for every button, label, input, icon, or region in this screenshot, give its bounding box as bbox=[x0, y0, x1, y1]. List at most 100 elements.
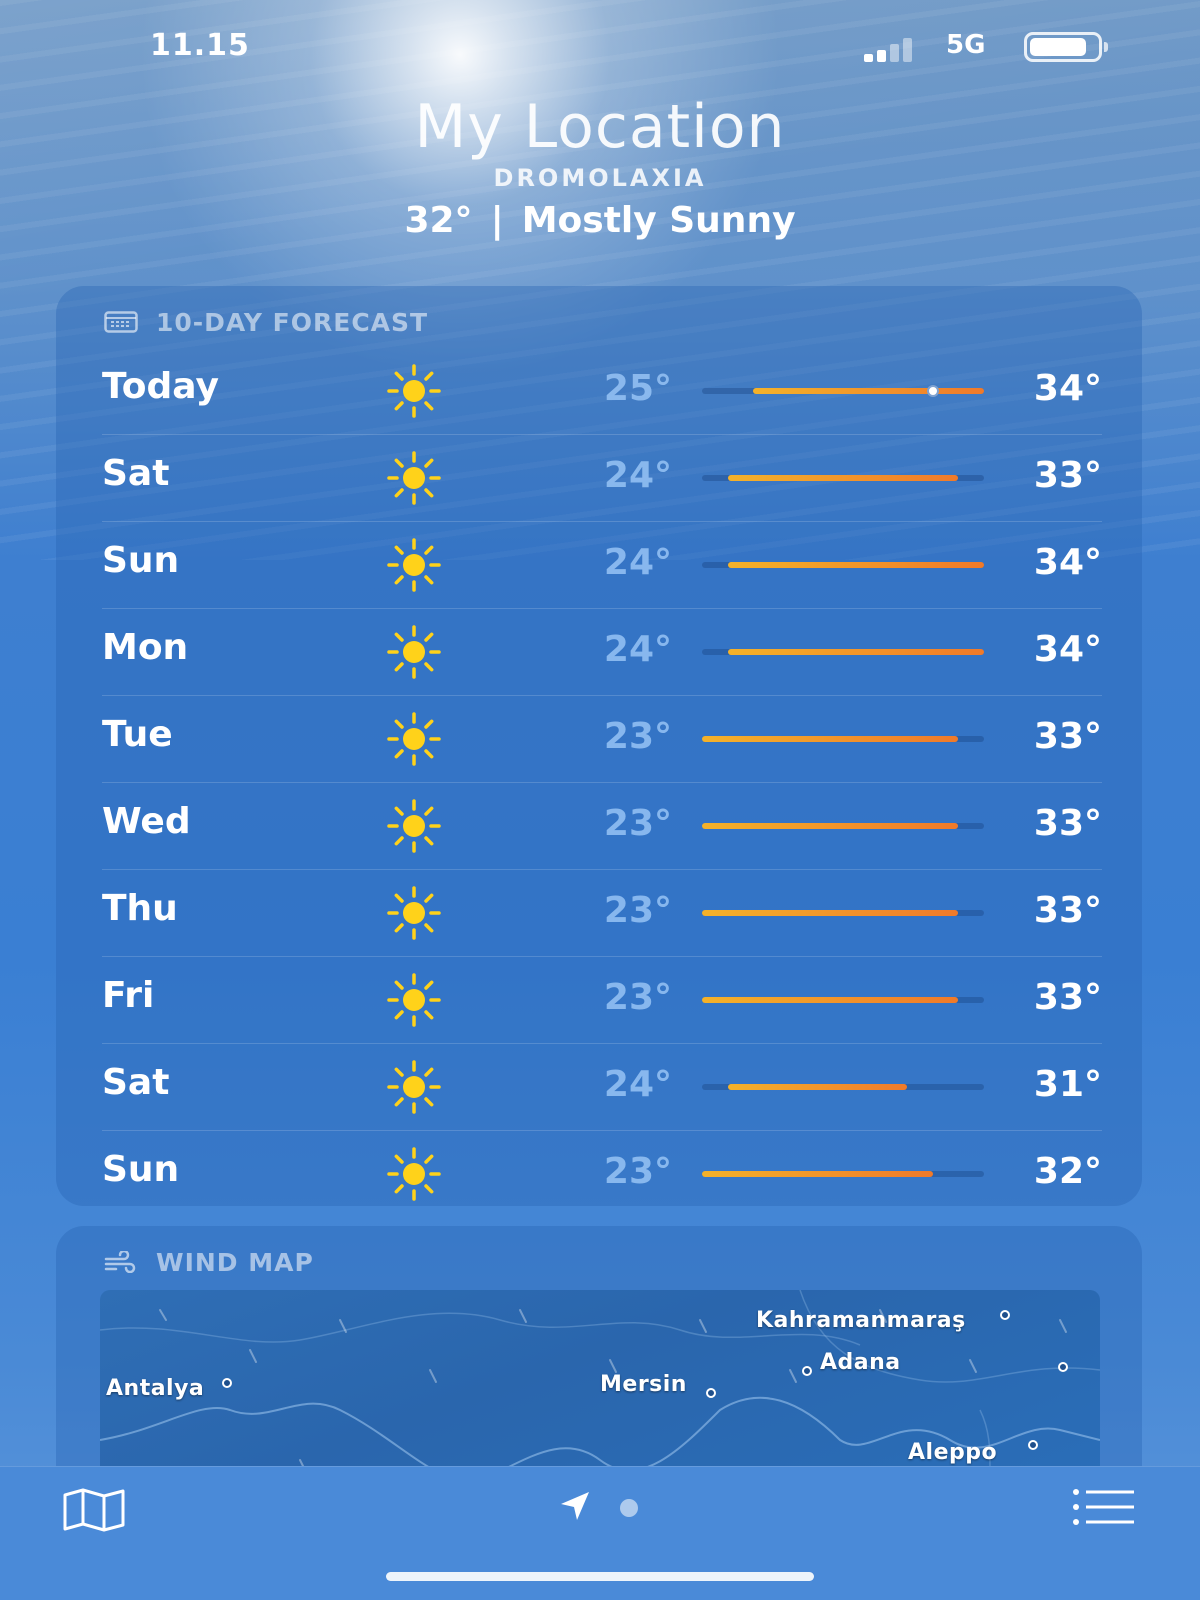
forecast-low: 24° bbox=[603, 455, 672, 496]
temp-range-track bbox=[702, 475, 984, 481]
forecast-low: 23° bbox=[603, 803, 672, 844]
forecast-day: Sat bbox=[102, 453, 170, 494]
list-icon[interactable] bbox=[1072, 1487, 1136, 1527]
sun-icon bbox=[387, 364, 441, 418]
temp-range-track bbox=[702, 910, 984, 916]
network-type: 5G bbox=[946, 30, 986, 60]
current-conditions: 32° | Mostly Sunny bbox=[0, 200, 1200, 241]
temp-range-track bbox=[702, 562, 984, 568]
wind-icon bbox=[104, 1251, 136, 1273]
battery-fill bbox=[1030, 38, 1086, 56]
forecast-day: Tue bbox=[102, 714, 173, 755]
forecast-row[interactable]: Fri 23° 33° bbox=[102, 957, 1102, 1044]
city-dot-adana bbox=[802, 1366, 812, 1376]
city-dot-kahramanmaras bbox=[1000, 1310, 1010, 1320]
city-antalya: Antalya bbox=[106, 1376, 205, 1401]
location-subtitle: DROMOLAXIA bbox=[493, 164, 707, 192]
forecast-low: 23° bbox=[603, 890, 672, 931]
forecast-day: Today bbox=[102, 366, 219, 407]
temp-range-track bbox=[702, 997, 984, 1003]
temp-range-bar bbox=[702, 736, 959, 742]
forecast-list: Today 25° 34° Sat 24° 33° Sun 24° 34° Mon 24° 34° Tu… bbox=[102, 348, 1102, 1218]
battery-nub bbox=[1104, 42, 1108, 52]
sun-icon bbox=[387, 538, 441, 592]
location-title: My Location bbox=[414, 92, 786, 162]
forecast-row[interactable]: Wed 23° 33° bbox=[102, 783, 1102, 870]
temp-range-bar bbox=[753, 388, 984, 394]
forecast-low: 24° bbox=[603, 1064, 672, 1105]
forecast-card[interactable]: 10-DAY FORECAST Today 25° 34° Sat 24° 33° Sun 2… bbox=[56, 286, 1142, 1206]
forecast-high: 33° bbox=[1033, 803, 1102, 844]
forecast-row[interactable]: Mon 24° 34° bbox=[102, 609, 1102, 696]
current-temp: 32° bbox=[404, 200, 473, 241]
forecast-low: 23° bbox=[603, 1151, 672, 1192]
temp-range-bar bbox=[727, 1084, 908, 1090]
temp-range-bar bbox=[702, 910, 959, 916]
temp-range-bar bbox=[727, 475, 959, 481]
temp-range-track bbox=[702, 1084, 984, 1090]
forecast-day: Sun bbox=[102, 540, 180, 581]
city-dot-mersin bbox=[706, 1388, 716, 1398]
map-icon[interactable] bbox=[62, 1487, 126, 1533]
battery-icon bbox=[1024, 32, 1102, 62]
status-time: 11.15 bbox=[150, 28, 250, 63]
temp-range-bar bbox=[702, 997, 959, 1003]
forecast-high: 34° bbox=[1033, 368, 1102, 409]
forecast-day: Sun bbox=[102, 1149, 180, 1190]
city-kahramanmaras: Kahramanmaraş bbox=[756, 1308, 966, 1333]
forecast-high: 34° bbox=[1033, 542, 1102, 583]
location-arrow-icon[interactable] bbox=[558, 1489, 592, 1523]
forecast-low: 24° bbox=[603, 629, 672, 670]
forecast-row[interactable]: Sat 24° 31° bbox=[102, 1044, 1102, 1131]
forecast-high: 32° bbox=[1033, 1151, 1102, 1192]
sun-icon bbox=[387, 1147, 441, 1201]
sun-icon bbox=[387, 451, 441, 505]
city-dot-antalya bbox=[222, 1378, 232, 1388]
forecast-row[interactable]: Sat 24° 33° bbox=[102, 435, 1102, 522]
sun-icon bbox=[387, 712, 441, 766]
forecast-high: 33° bbox=[1033, 455, 1102, 496]
forecast-high: 31° bbox=[1033, 1064, 1102, 1105]
sun-icon bbox=[387, 625, 441, 679]
sun-icon bbox=[387, 886, 441, 940]
forecast-day: Mon bbox=[102, 627, 189, 668]
sun-icon bbox=[387, 973, 441, 1027]
city-aleppo: Aleppo bbox=[908, 1440, 998, 1465]
forecast-row[interactable]: Today 25° 34° bbox=[102, 348, 1102, 435]
temp-range-track bbox=[702, 1171, 984, 1177]
city-adana: Adana bbox=[820, 1350, 901, 1375]
forecast-day: Wed bbox=[102, 801, 191, 842]
forecast-row[interactable]: Tue 23° 33° bbox=[102, 696, 1102, 783]
forecast-row[interactable]: Sun 23° 32° bbox=[102, 1131, 1102, 1218]
forecast-low: 25° bbox=[603, 368, 672, 409]
temp-range-bar bbox=[727, 562, 984, 568]
forecast-high: 33° bbox=[1033, 890, 1102, 931]
forecast-low: 23° bbox=[603, 977, 672, 1018]
temp-range-track bbox=[702, 385, 984, 397]
city-dot-aleppo bbox=[1028, 1440, 1038, 1450]
status-bar: 11.15 5G bbox=[0, 22, 1200, 72]
calendar-icon bbox=[104, 311, 138, 333]
forecast-day: Thu bbox=[102, 888, 178, 929]
current-temp-dot bbox=[926, 385, 939, 397]
temp-range-track bbox=[702, 823, 984, 829]
home-indicator[interactable] bbox=[386, 1572, 814, 1581]
forecast-high: 33° bbox=[1033, 716, 1102, 757]
signal-icon bbox=[864, 36, 926, 62]
temp-range-bar bbox=[702, 1171, 933, 1177]
sun-icon bbox=[387, 1060, 441, 1114]
temp-range-track bbox=[702, 649, 984, 655]
forecast-row[interactable]: Thu 23° 33° bbox=[102, 870, 1102, 957]
temp-range-bar bbox=[702, 823, 959, 829]
forecast-high: 33° bbox=[1033, 977, 1102, 1018]
current-condition: Mostly Sunny bbox=[521, 200, 796, 241]
current-separator: | bbox=[490, 200, 504, 241]
forecast-day: Fri bbox=[102, 975, 155, 1016]
forecast-low: 24° bbox=[603, 542, 672, 583]
page-indicator-dot[interactable] bbox=[620, 1499, 638, 1517]
city-dot-unnamed bbox=[1058, 1362, 1068, 1372]
forecast-low: 23° bbox=[603, 716, 672, 757]
forecast-row[interactable]: Sun 24° 34° bbox=[102, 522, 1102, 609]
forecast-header: 10-DAY FORECAST bbox=[104, 304, 428, 340]
wind-map-label: WIND MAP bbox=[156, 1247, 314, 1277]
